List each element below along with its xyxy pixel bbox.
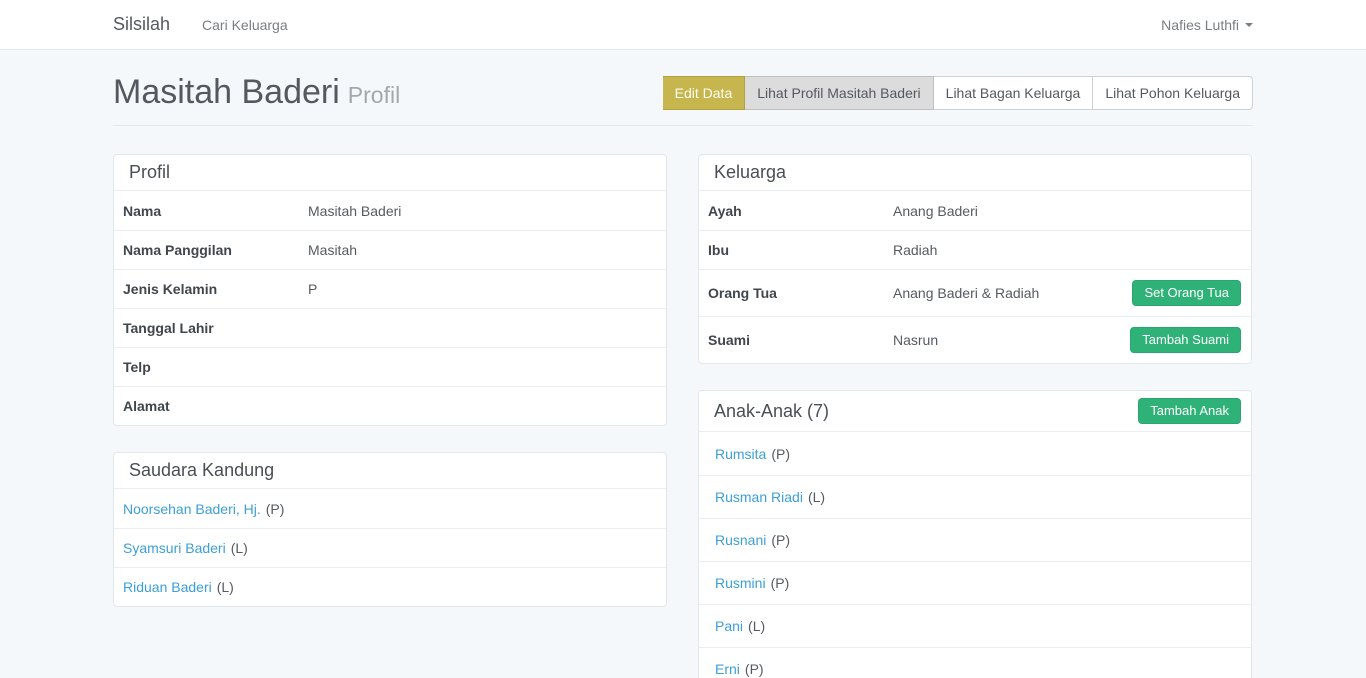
saudara-list: Noorsehan Baderi, Hj. (P) Syamsuri Bader… [114,489,666,606]
right-column: Keluarga Ayah Anang Baderi Ibu Radiah [698,154,1252,678]
family-row: Ayah Anang Baderi [699,191,1251,230]
header-action-group: Edit Data Lihat Profil Masitah Baderi Li… [663,76,1253,110]
person-link[interactable]: Erni [715,661,740,677]
row-value: P [308,281,656,297]
tambah-anak-button[interactable]: Tambah Anak [1138,398,1241,424]
child-row: Rusman Riadi (L) [699,475,1251,518]
person-link[interactable]: Rusman Riadi [715,489,803,505]
child-row: Rumsita (P) [699,432,1251,475]
profil-table: Nama Masitah Baderi Nama Panggilan Masit… [114,191,666,425]
child-row: Rusmini (P) [699,561,1251,604]
family-row: Orang Tua Anang Baderi & Radiah Set Oran… [699,269,1251,316]
panel-title: Saudara Kandung [129,460,274,481]
row-value[interactable]: Radiah [893,242,1241,258]
row-value: Anang Baderi & Radiah [893,285,1120,301]
anak-panel-heading: Anak-Anak (7) Tambah Anak [699,391,1251,432]
user-menu-label: Nafies Luthfi [1161,17,1239,33]
header-action-button[interactable]: Lihat Bagan Keluarga [934,76,1094,110]
gender-label: (P) [771,575,790,591]
page-title: Masitah Baderi Profil [113,74,400,113]
header-action-button[interactable]: Edit Data [663,76,746,110]
brand-link[interactable]: Silsilah [113,14,170,35]
keluarga-panel-heading: Keluarga [699,155,1251,191]
navbar: Silsilah Cari Keluarga Nafies Luthfi [0,0,1366,50]
user-menu-dropdown[interactable]: Nafies Luthfi [1161,17,1253,33]
anak-list: Rumsita (P) Rusman Riadi (L) Rusnani (P) [699,432,1251,678]
profile-row: Telp [114,347,666,386]
profile-row: Alamat [114,386,666,425]
person-name-title: Masitah Baderi [113,73,340,111]
row-label: Nama Panggilan [123,242,308,258]
row-value[interactable]: Nasrun [893,332,1118,348]
person-link[interactable]: Noorsehan Baderi, Hj. [123,501,261,517]
navbar-right: Nafies Luthfi [1161,17,1253,33]
gender-label: (L) [217,579,234,595]
family-row: Ibu Radiah [699,230,1251,269]
saudara-kandung-panel: Saudara Kandung Noorsehan Baderi, Hj. (P… [113,452,667,607]
sibling-row: Syamsuri Baderi (L) [114,528,666,567]
keluarga-panel: Keluarga Ayah Anang Baderi Ibu Radiah [698,154,1252,364]
profil-panel-heading: Profil [114,155,666,191]
row-label: Alamat [123,398,308,414]
gender-label: (P) [266,501,285,517]
profile-row: Nama Panggilan Masitah [114,230,666,269]
child-row: Pani (L) [699,604,1251,647]
row-label: Orang Tua [708,285,893,301]
profile-row: Jenis Kelamin P [114,269,666,308]
row-value[interactable]: Masitah Baderi [308,203,656,219]
row-value: Masitah [308,242,656,258]
page-subtitle: Profil [348,82,400,108]
gender-label: (L) [808,489,825,505]
person-link[interactable]: Rumsita [715,446,766,462]
gender-label: (L) [748,618,765,634]
row-action-button[interactable]: Tambah Suami [1130,327,1241,353]
person-link[interactable]: Pani [715,618,743,634]
child-row: Erni (P) [699,647,1251,678]
sibling-row: Riduan Baderi (L) [114,567,666,606]
gender-label: (L) [231,540,248,556]
gender-label: (P) [745,661,764,677]
row-action-button[interactable]: Set Orang Tua [1132,280,1241,306]
panel-title: Anak-Anak (7) [714,401,829,422]
keluarga-table: Ayah Anang Baderi Ibu Radiah Orang Tua [699,191,1251,363]
row-label: Telp [123,359,308,375]
row-label: Ibu [708,242,893,258]
gender-label: (P) [771,532,790,548]
profil-panel: Profil Nama Masitah Baderi Nama Panggila… [113,154,667,426]
caret-down-icon [1245,23,1253,27]
row-label: Ayah [708,203,893,219]
page-header: Masitah Baderi Profil Edit Data Lihat Pro… [113,74,1253,126]
panel-title: Keluarga [714,162,786,183]
family-row: Suami Nasrun Tambah Suami [699,316,1251,363]
header-action-button[interactable]: Lihat Profil Masitah Baderi [745,76,933,110]
panel-title: Profil [129,162,170,183]
person-link[interactable]: Syamsuri Baderi [123,540,226,556]
row-label: Nama [123,203,308,219]
person-link[interactable]: Rusmini [715,575,766,591]
anak-anak-panel: Anak-Anak (7) Tambah Anak Rumsita (P) Ru… [698,390,1252,678]
row-value[interactable]: Anang Baderi [893,203,1241,219]
nav-link-cari-keluarga[interactable]: Cari Keluarga [202,17,288,33]
profile-row: Nama Masitah Baderi [114,191,666,230]
row-label: Tanggal Lahir [123,320,308,336]
row-label: Suami [708,332,893,348]
header-action-button[interactable]: Lihat Pohon Keluarga [1093,76,1253,110]
main-container: Masitah Baderi Profil Edit Data Lihat Pro… [113,50,1253,678]
child-row: Rusnani (P) [699,518,1251,561]
person-link[interactable]: Riduan Baderi [123,579,212,595]
profile-row: Tanggal Lahir [114,308,666,347]
saudara-panel-heading: Saudara Kandung [114,453,666,489]
left-column: Profil Nama Masitah Baderi Nama Panggila… [113,154,667,633]
gender-label: (P) [771,446,790,462]
content-columns: Profil Nama Masitah Baderi Nama Panggila… [113,154,1253,678]
navbar-inner: Silsilah Cari Keluarga Nafies Luthfi [113,0,1253,49]
row-label: Jenis Kelamin [123,281,308,297]
person-link[interactable]: Rusnani [715,532,766,548]
sibling-row: Noorsehan Baderi, Hj. (P) [114,489,666,528]
